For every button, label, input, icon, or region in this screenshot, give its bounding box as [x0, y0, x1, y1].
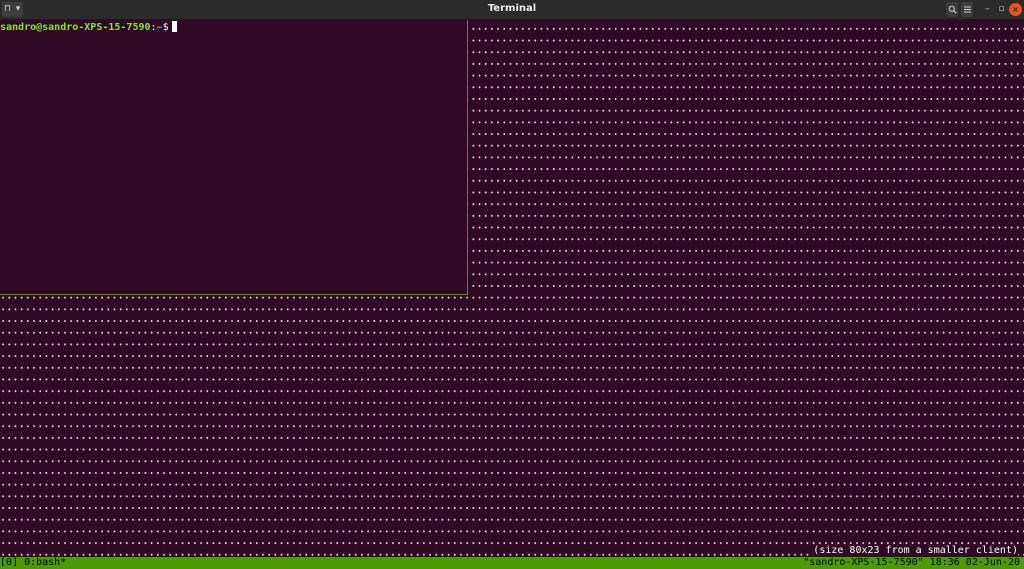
search-icon — [948, 5, 957, 14]
search-button[interactable] — [946, 2, 958, 17]
maximize-button[interactable]: ▫ — [995, 3, 1008, 16]
new-tab-icon: ⊓ — [3, 4, 12, 14]
status-window-list[interactable]: [0] 0:bash* — [0, 557, 66, 569]
prompt-user-host: sandro@sandro-XPS-15-7590 — [0, 22, 151, 33]
hamburger-menu-icon — [963, 6, 971, 13]
window-title: Terminal — [487, 3, 537, 14]
new-tab-button[interactable]: ⊓ — [2, 2, 13, 17]
title-bar: ⊓ ▾ Terminal – ▫ × — [0, 0, 1024, 20]
tmux-active-pane[interactable]: sandro@sandro-XPS-15-7590:~$ — [0, 20, 468, 295]
minimize-button[interactable]: – — [981, 3, 994, 16]
tmux-status-bar: [0] 0:bash* "sandro-XPS-15-7590" 18:36 0… — [0, 557, 1024, 569]
prompt-symbol: $ — [162, 22, 169, 33]
shell-prompt: sandro@sandro-XPS-15-7590:~$ — [0, 21, 177, 34]
terminal-area[interactable]: sandro@sandro-XPS-15-7590:~$ (size 80x23… — [0, 20, 1024, 557]
close-button[interactable]: × — [1009, 3, 1022, 16]
minimize-icon: – — [985, 4, 990, 14]
new-tab-dropdown-button[interactable]: ▾ — [13, 2, 23, 17]
close-icon: × — [1012, 5, 1019, 14]
menu-button[interactable] — [961, 2, 973, 17]
status-host-time: "sandro-XPS-15-7590" 18:36 02-Jun-20 — [803, 557, 1020, 568]
text-cursor — [171, 21, 177, 32]
size-message: (size 80x23 from a smaller client) — [813, 545, 1018, 556]
chevron-down-icon: ▾ — [15, 4, 21, 14]
maximize-icon: ▫ — [998, 4, 1005, 14]
